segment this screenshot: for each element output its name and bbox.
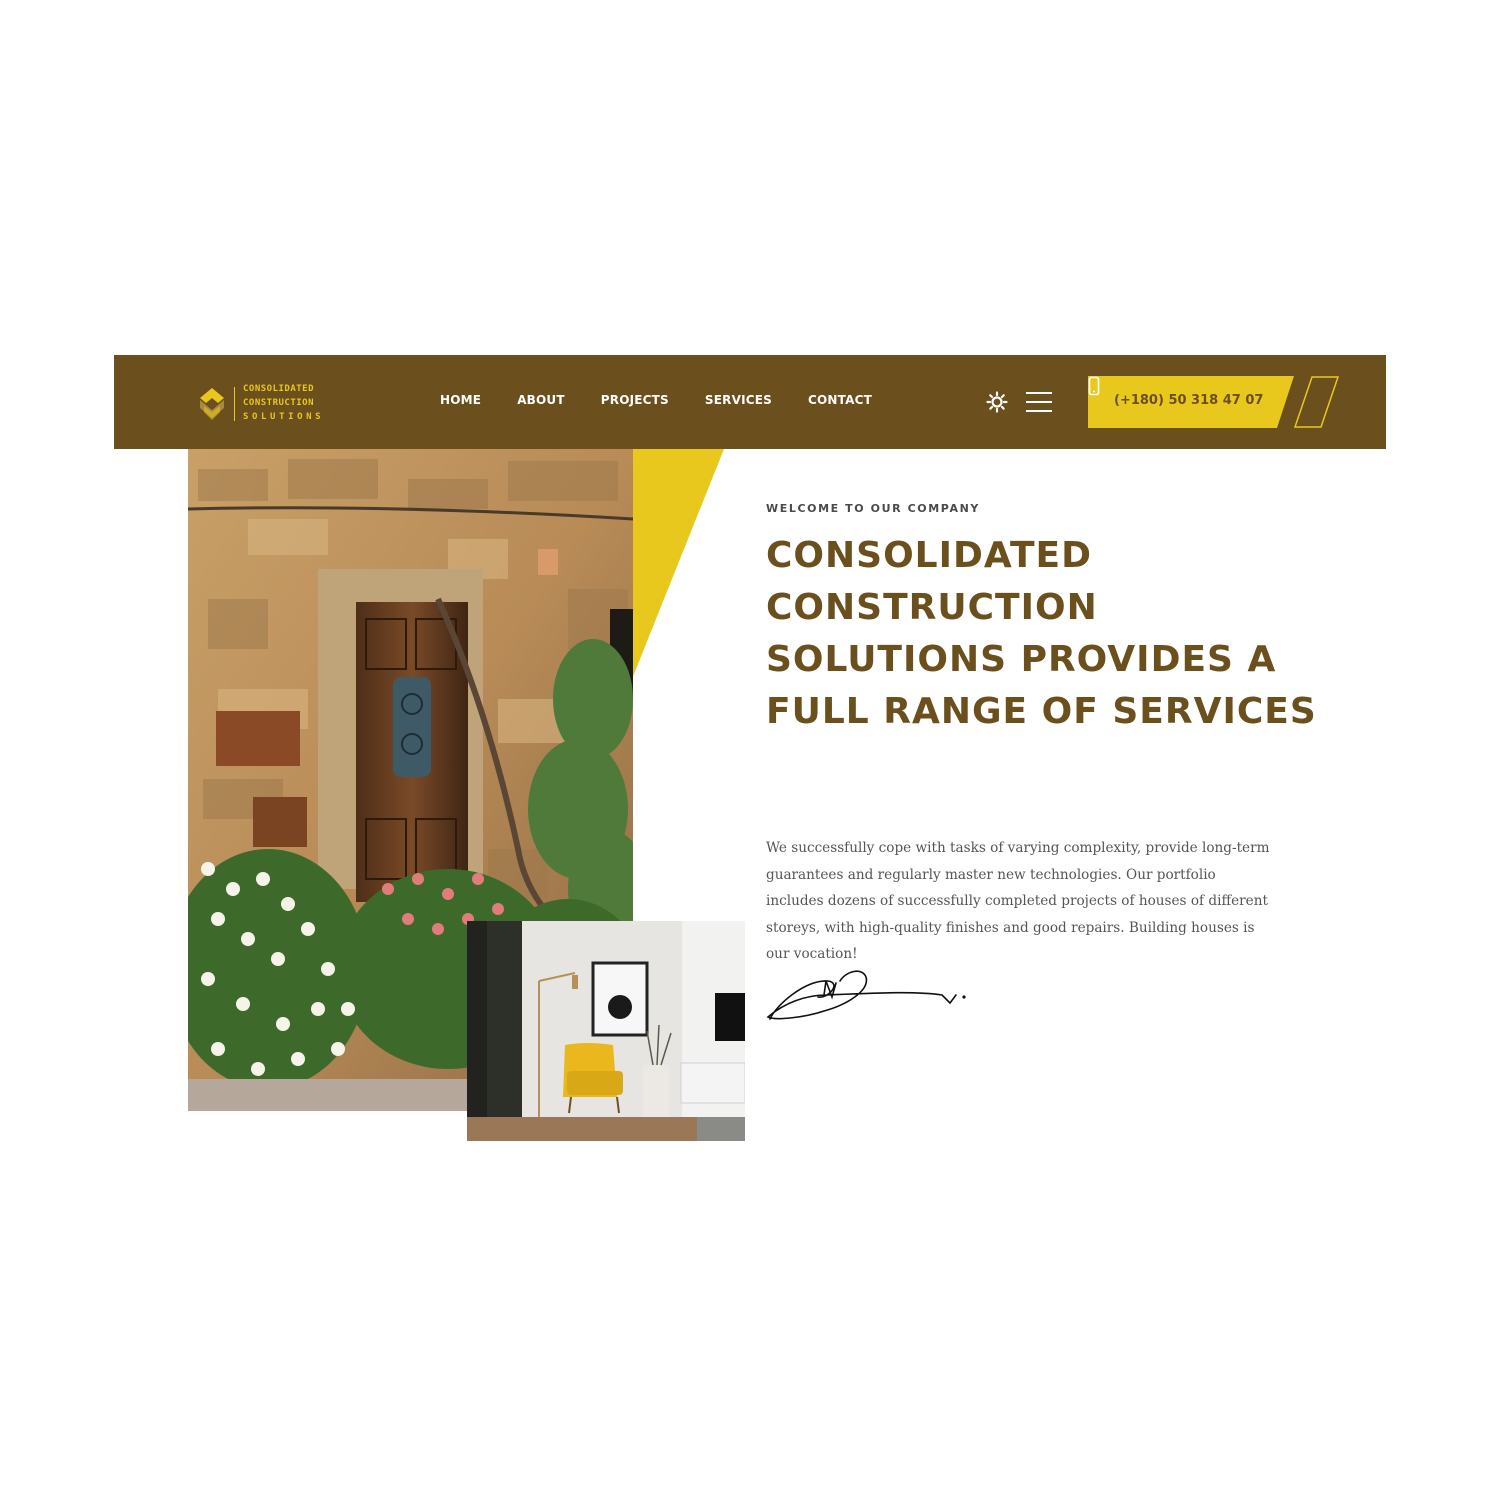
phone-button[interactable]: (+180) 50 318 47 07 (1088, 376, 1340, 428)
hamburger-menu-icon[interactable] (1026, 392, 1052, 412)
menu-line (1026, 410, 1052, 412)
sun-icon[interactable] (986, 391, 1008, 413)
nav-item-projects[interactable]: PROJECTS (601, 393, 669, 407)
page-frame: CONSOLIDATED CONSTRUCTION SOLUTIONS HOME… (114, 355, 1386, 1141)
logo-line-1: CONSOLIDATED (243, 384, 315, 394)
menu-line (1026, 401, 1052, 403)
mobile-phone-icon (1088, 376, 1100, 396)
main-nav: HOME ABOUT PROJECTS SERVICES CONTACT (440, 393, 872, 407)
hero-headline: CONSOLIDATED CONSTRUCTION SOLUTIONS PROV… (766, 535, 1317, 732)
logo-divider (234, 386, 235, 421)
company-logo[interactable]: CONSOLIDATED CONSTRUCTION SOLUTIONS (198, 383, 324, 424)
signature-icon (766, 970, 966, 1020)
menu-line (1026, 392, 1052, 394)
nav-item-about[interactable]: ABOUT (517, 393, 565, 407)
logo-line-2: CONSTRUCTION (243, 398, 315, 408)
nav-item-home[interactable]: HOME (440, 393, 481, 407)
phone-number: (+180) 50 318 47 07 (1114, 393, 1264, 408)
hero-eyebrow: WELCOME TO OUR COMPANY (766, 502, 980, 515)
logo-mark-icon (200, 387, 224, 420)
logo-line-3: SOLUTIONS (243, 412, 325, 422)
nav-item-services[interactable]: SERVICES (705, 393, 772, 407)
interior-room-photo (467, 921, 745, 1141)
top-navigation-bar: CONSOLIDATED CONSTRUCTION SOLUTIONS HOME… (114, 355, 1386, 449)
nav-item-contact[interactable]: CONTACT (808, 393, 872, 407)
logo-wordmark: CONSOLIDATED CONSTRUCTION SOLUTIONS (243, 383, 324, 424)
yellow-accent-shape (632, 449, 724, 679)
hero-description: We successfully cope with tasks of varyi… (766, 840, 1270, 962)
